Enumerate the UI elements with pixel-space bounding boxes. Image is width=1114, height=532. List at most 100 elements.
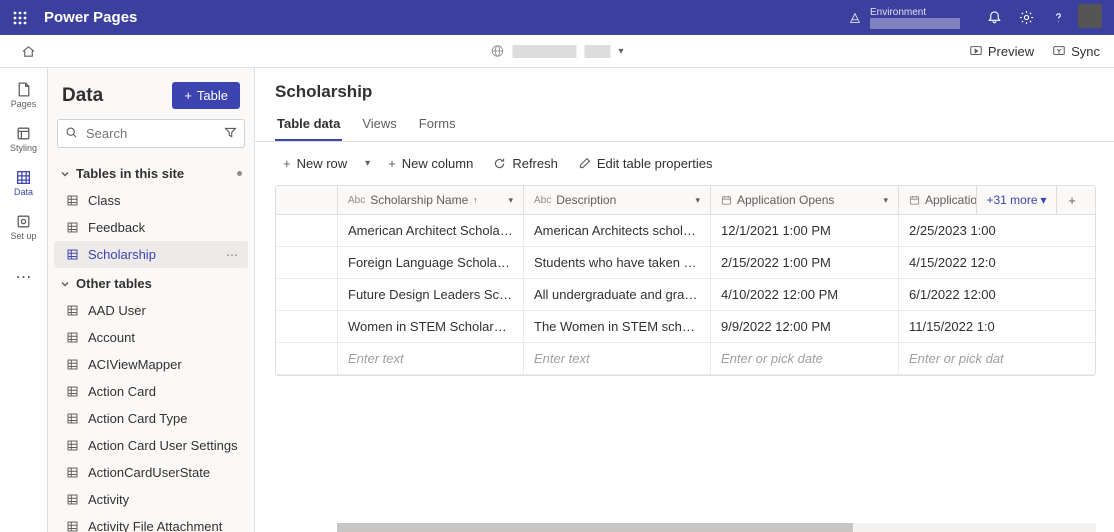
site-url-picker[interactable]: ▾ — [490, 44, 623, 58]
filter-button[interactable] — [224, 126, 237, 139]
cell-description[interactable]: All undergraduate and graduate s… — [524, 279, 711, 310]
table-item[interactable]: Activity — [48, 486, 254, 513]
column-scholarship-name[interactable]: Abc Scholarship Name ↑ ▾ — [338, 186, 524, 214]
cell-application-due[interactable]: 2/25/2023 1:00 — [899, 215, 1087, 246]
tab[interactable]: Forms — [417, 110, 458, 141]
table-item[interactable]: AAD User — [48, 297, 254, 324]
section-other-tables[interactable]: Other tables — [48, 268, 254, 297]
rail-setup[interactable]: Set up — [2, 206, 46, 248]
chevron-down-icon: ▾ — [695, 195, 700, 206]
table-item[interactable]: Activity File Attachment — [48, 513, 254, 532]
cell-name[interactable]: American Architect Scholarship — [338, 215, 524, 246]
table-item[interactable]: Feedback — [48, 214, 254, 241]
site-url-redacted-2 — [584, 45, 610, 58]
column-application-opens[interactable]: Application Opens ▾ — [711, 186, 899, 214]
environment-icon — [848, 11, 862, 25]
table-item[interactable]: Action Card Type — [48, 405, 254, 432]
rail-pages[interactable]: Pages — [2, 74, 46, 116]
search-input[interactable] — [57, 119, 245, 148]
cell-application-opens[interactable]: 4/10/2022 12:00 PM — [711, 279, 899, 310]
column-application-due[interactable]: Application D — [899, 186, 977, 214]
cell-name[interactable]: Future Design Leaders Scholarship — [338, 279, 524, 310]
rail-more[interactable]: ⋯ — [2, 256, 46, 298]
data-icon — [15, 169, 32, 186]
table-row[interactable]: American Architect ScholarshipAmerican A… — [276, 215, 1095, 247]
new-row-label: New row — [297, 156, 348, 171]
sync-button[interactable]: Sync — [1052, 44, 1100, 59]
cell-application-opens[interactable]: 2/15/2022 1:00 PM — [711, 247, 899, 278]
cell-name[interactable]: Women in STEM Scholarship — [338, 311, 524, 342]
tab[interactable]: Table data — [275, 110, 342, 141]
date-type-icon — [909, 195, 920, 206]
cell-description[interactable]: American Architects scholarship is… — [524, 215, 711, 246]
new-table-button[interactable]: + Table — [172, 82, 240, 109]
help-button[interactable] — [1044, 4, 1072, 32]
table-item[interactable]: ACIViewMapper — [48, 351, 254, 378]
rail-pages-label: Pages — [11, 99, 37, 109]
preview-button[interactable]: Preview — [969, 44, 1034, 59]
new-row-name-input[interactable]: Enter text — [338, 343, 524, 374]
new-column-button[interactable]: + New column — [380, 152, 481, 175]
rail-styling[interactable]: Styling — [2, 118, 46, 160]
table-item[interactable]: Account — [48, 324, 254, 351]
cell-name[interactable]: Foreign Language Scholarship — [338, 247, 524, 278]
column-name-label: Scholarship Name — [370, 193, 468, 207]
refresh-button[interactable]: Refresh — [485, 152, 566, 175]
table-row[interactable]: Future Design Leaders ScholarshipAll und… — [276, 279, 1095, 311]
panel-title: Data — [62, 85, 103, 107]
table-item[interactable]: Action Card — [48, 378, 254, 405]
cell-application-opens[interactable]: 12/1/2021 1:00 PM — [711, 215, 899, 246]
column-desc-label: Description — [556, 193, 616, 207]
cell-application-due[interactable]: 11/15/2022 1:0 — [899, 311, 1087, 342]
user-avatar[interactable] — [1078, 4, 1102, 28]
table-row[interactable]: Women in STEM ScholarshipThe Women in ST… — [276, 311, 1095, 343]
edit-properties-label: Edit table properties — [597, 156, 713, 171]
section-tables-in-site[interactable]: Tables in this site — [48, 158, 254, 187]
waffle-button[interactable] — [6, 4, 34, 32]
rail-data-label: Data — [14, 187, 33, 197]
refresh-icon — [493, 157, 506, 170]
home-button[interactable] — [14, 37, 42, 65]
new-row-button[interactable]: + New row — [275, 152, 355, 175]
environment-picker[interactable]: Environment — [848, 7, 960, 29]
tab[interactable]: Views — [360, 110, 398, 141]
table-row[interactable]: Foreign Language ScholarshipStudents who… — [276, 247, 1095, 279]
cell-application-due[interactable]: 4/15/2022 12:0 — [899, 247, 1087, 278]
cell-application-opens[interactable]: 9/9/2022 12:00 PM — [711, 311, 899, 342]
table-icon — [66, 248, 80, 261]
column-description[interactable]: Abc Description ▾ — [524, 186, 711, 214]
table-item-label: Class — [88, 193, 121, 208]
new-row-open-input[interactable]: Enter or pick date — [711, 343, 899, 374]
table-item-label: Scholarship — [88, 247, 156, 262]
gear-icon — [1019, 10, 1034, 25]
edit-properties-button[interactable]: Edit table properties — [570, 152, 721, 175]
more-icon[interactable]: ⋯ — [226, 248, 238, 262]
new-row-placeholder[interactable]: Enter text Enter text Enter or pick date… — [276, 343, 1095, 375]
more-columns-button[interactable]: +31 more ▾ — [977, 186, 1057, 214]
table-item[interactable]: Action Card User Settings — [48, 432, 254, 459]
cell-description[interactable]: Students who have taken at least … — [524, 247, 711, 278]
plus-icon: + — [1068, 193, 1076, 208]
notifications-button[interactable] — [980, 4, 1008, 32]
row-handle[interactable] — [276, 215, 338, 246]
filter-icon — [224, 126, 237, 139]
cell-description[interactable]: The Women in STEM scholarship i… — [524, 311, 711, 342]
info-icon — [237, 171, 242, 176]
table-item[interactable]: ActionCardUserState — [48, 459, 254, 486]
new-row-chevron[interactable]: ▾ — [359, 154, 376, 173]
text-type-icon: Abc — [348, 195, 365, 206]
table-item[interactable]: Class — [48, 187, 254, 214]
new-row-desc-input[interactable]: Enter text — [524, 343, 711, 374]
row-handle[interactable] — [276, 311, 338, 342]
row-handle[interactable] — [276, 247, 338, 278]
rail-data[interactable]: Data — [2, 162, 46, 204]
scrollbar-thumb[interactable] — [337, 523, 853, 532]
chevron-down-icon — [60, 279, 70, 289]
add-column-button[interactable]: + — [1057, 186, 1087, 214]
row-handle[interactable] — [276, 279, 338, 310]
table-item[interactable]: Scholarship ⋯ — [54, 241, 248, 268]
horizontal-scrollbar[interactable] — [337, 523, 1096, 532]
new-row-due-input[interactable]: Enter or pick dat — [899, 343, 1087, 374]
settings-button[interactable] — [1012, 4, 1040, 32]
cell-application-due[interactable]: 6/1/2022 12:00 — [899, 279, 1087, 310]
